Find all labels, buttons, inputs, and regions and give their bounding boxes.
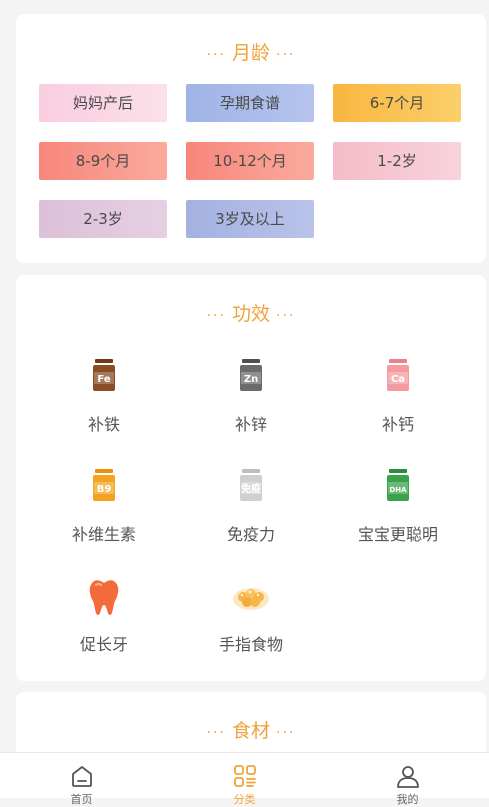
age-section-title: ··· 月龄 ··· [16, 38, 486, 65]
effect-label: 促长牙 [79, 635, 128, 654]
effect-item-teeth[interactable]: 促长牙 [29, 575, 179, 655]
age-chip-pregnancy[interactable]: 孕期食谱 [186, 84, 314, 122]
bottle-badge-text: 免疫 [241, 482, 261, 495]
bottle-badge-text: DHA [389, 486, 407, 494]
tab-label: 我的 [396, 793, 419, 806]
age-chip-1-2-years[interactable]: 1-2岁 [333, 142, 461, 180]
effect-item-vitamin[interactable]: B9 补维生素 [29, 465, 179, 545]
effect-label: 宝宝更聪明 [357, 525, 438, 544]
age-chip-postpartum[interactable]: 妈妈产后 [39, 84, 167, 122]
vitamin-bottle-icon: B9 [93, 469, 115, 501]
iron-bottle-icon: Fe [93, 359, 115, 391]
bottle-badge-text: Zn [244, 374, 258, 385]
effect-label: 补钙 [381, 415, 414, 434]
bottom-tab-bar: 首页 分类 我的 [0, 752, 489, 806]
zinc-bottle-icon: Zn [240, 359, 262, 391]
effect-item-finger-food[interactable]: 手指食物 [176, 575, 326, 655]
age-chip-10-12-months[interactable]: 10-12个月 [186, 142, 314, 180]
effect-item-immunity[interactable]: 免疫 免疫力 [176, 465, 326, 545]
bottle-badge-text: Ca [391, 374, 405, 385]
age-chip-6-7-months[interactable]: 6-7个月 [333, 84, 461, 122]
effect-section-title: ··· 功效 ··· [16, 299, 486, 326]
food-title-text: 食材 [231, 720, 270, 742]
immunity-bottle-icon: 免疫 [240, 469, 262, 501]
title-dots-right: ··· [276, 308, 296, 324]
effect-item-iron[interactable]: Fe 补铁 [29, 355, 179, 435]
bottle-badge-text: Fe [97, 374, 110, 385]
title-dots-right: ··· [276, 47, 296, 63]
age-title-text: 月龄 [231, 42, 270, 64]
finger-food-icon [233, 588, 269, 610]
age-chip-3-plus-years[interactable]: 3岁及以上 [186, 200, 314, 238]
tooth-icon [89, 580, 119, 615]
age-chip-2-3-years[interactable]: 2-3岁 [39, 200, 167, 238]
title-dots-right: ··· [276, 725, 296, 741]
category-icon [233, 765, 256, 787]
tab-home[interactable]: 首页 [0, 753, 163, 806]
effect-title-text: 功效 [231, 303, 270, 325]
tab-label: 首页 [70, 793, 93, 806]
age-chip-8-9-months[interactable]: 8-9个月 [39, 142, 167, 180]
effect-label: 补维生素 [71, 525, 136, 544]
effect-item-zinc[interactable]: Zn 补锌 [176, 355, 326, 435]
effect-label: 补锌 [234, 415, 267, 434]
user-icon [396, 766, 419, 788]
effect-label: 免疫力 [226, 525, 275, 544]
title-dots-left: ··· [206, 47, 226, 63]
title-dots-left: ··· [206, 725, 226, 741]
dha-bottle-icon: DHA [387, 469, 409, 501]
calcium-bottle-icon: Ca [387, 359, 409, 391]
age-card: ··· 月龄 ··· 妈妈产后 孕期食谱 6-7个月 8-9个月 10-12个月… [16, 14, 486, 263]
food-section-title: ··· 食材 ··· [16, 716, 486, 743]
bottle-badge-text: B9 [97, 484, 112, 495]
effect-label: 手指食物 [218, 635, 283, 654]
effect-card: ··· 功效 ··· Fe 补铁 Zn 补锌 Ca 补钙 B9 补维生素 免疫 … [16, 275, 486, 681]
tab-user[interactable]: 我的 [326, 753, 489, 806]
tab-label: 分类 [233, 793, 256, 806]
home-icon [71, 766, 92, 787]
title-dots-left: ··· [206, 308, 226, 324]
effect-label: 补铁 [87, 415, 120, 434]
effect-item-calcium[interactable]: Ca 补钙 [323, 355, 473, 435]
tab-category[interactable]: 分类 [163, 753, 326, 806]
effect-item-dha[interactable]: DHA 宝宝更聪明 [323, 465, 473, 545]
